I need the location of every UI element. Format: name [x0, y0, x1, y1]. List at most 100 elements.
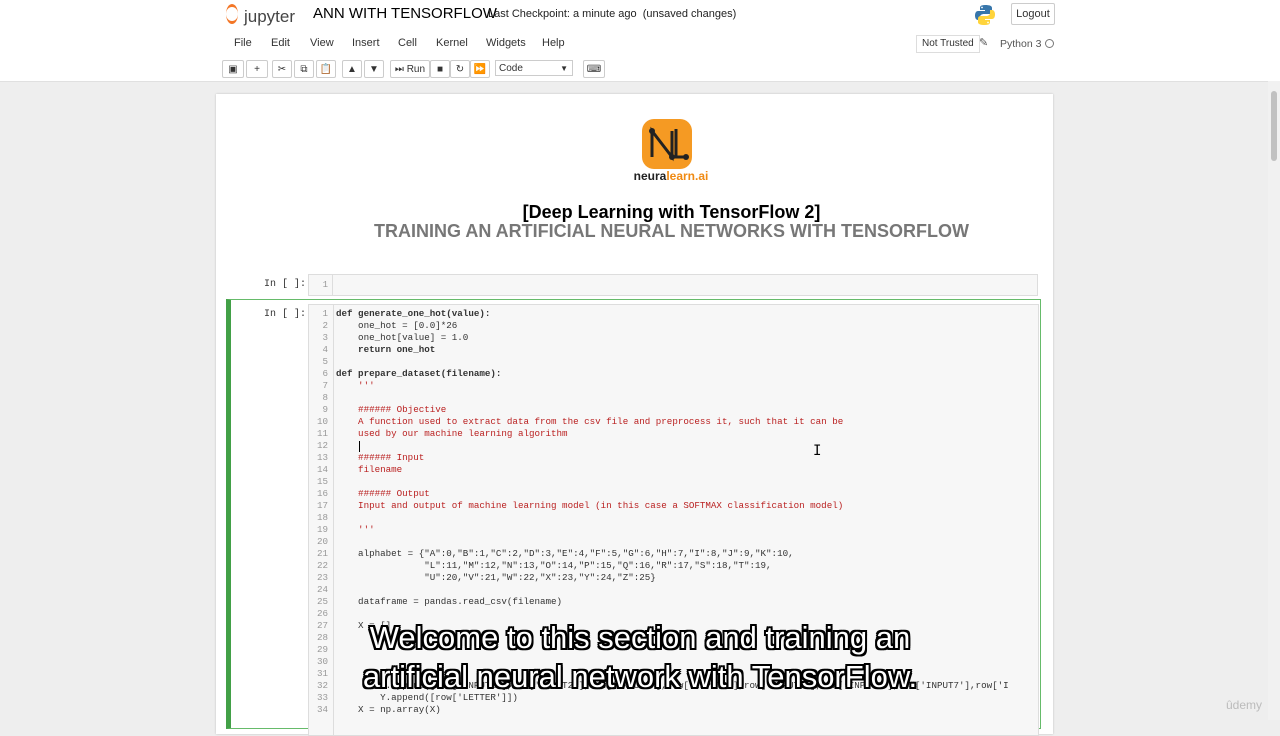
- menu-insert[interactable]: Insert: [352, 37, 380, 49]
- menu-file[interactable]: File: [234, 37, 252, 49]
- run-label: Run: [406, 63, 426, 75]
- cell1-line-number: 1: [309, 275, 333, 295]
- checkpoint-text: Last Checkpoint: a minute ago: [488, 8, 637, 20]
- code-line: 34 X = np.array(X): [309, 704, 1038, 716]
- keyboard-icon[interactable]: ⌨: [583, 60, 605, 78]
- line-number: 34: [316, 704, 328, 715]
- code-line: 14 filename: [309, 464, 1038, 476]
- trust-indicator[interactable]: Not Trusted: [916, 35, 980, 53]
- line-number: 26: [316, 608, 328, 619]
- code-text: "U":20,"V":21,"W":22,"X":23,"Y":24,"Z":2…: [336, 572, 656, 583]
- code-text: filename: [336, 464, 403, 475]
- menu-kernel[interactable]: Kernel: [436, 37, 468, 49]
- code-line: 8: [309, 392, 1038, 404]
- code-line: 4 return one_hot: [309, 344, 1038, 356]
- chevron-down-icon: ▼: [560, 64, 568, 73]
- stop-icon[interactable]: ■: [430, 60, 450, 78]
- app-name: jupyter: [244, 7, 296, 26]
- line-number: 1: [322, 308, 328, 319]
- line-number: 6: [322, 368, 328, 379]
- code-line: 26: [309, 608, 1038, 620]
- code-line: 23 "U":20,"V":21,"W":22,"X":23,"Y":24,"Z…: [309, 572, 1038, 584]
- kernel-name[interactable]: Python 3: [1000, 38, 1041, 50]
- toolbar: ▣ + ✂ ⧉ 📋 ▲ ▼ ⏭ Run ■ ↻ ⏩ Code ▼ ⌨: [222, 58, 1058, 80]
- cut-icon[interactable]: ✂: [272, 60, 292, 78]
- notebook-header: jupyter ANN WITH TENSORFLOW Last Checkpo…: [0, 0, 1280, 82]
- code-text: Input and output of machine learning mod…: [336, 500, 844, 511]
- scrollbar-thumb[interactable]: [1271, 91, 1277, 161]
- code-line: 9 ###### Objective: [309, 404, 1038, 416]
- code-line: 5: [309, 356, 1038, 368]
- kernel-status-icon: [1045, 39, 1054, 48]
- notebook-title[interactable]: ANN WITH TENSORFLOW: [313, 5, 497, 22]
- run-button[interactable]: ⏭ Run: [390, 60, 430, 78]
- line-number: 13: [316, 452, 328, 463]
- jupyter-logo[interactable]: jupyter: [226, 4, 295, 27]
- line-number: 4: [322, 344, 328, 355]
- code-line: 1 def generate_one_hot(value):: [309, 308, 1038, 320]
- line-number: 23: [316, 572, 328, 583]
- restart-icon[interactable]: ↻: [450, 60, 470, 78]
- logout-button[interactable]: Logout: [1011, 3, 1055, 25]
- code-text: return one_hot: [336, 344, 436, 355]
- brand-part1: neura: [633, 169, 667, 183]
- code-line: 21 alphabet = {"A":0,"B":1,"C":2,"D":3,"…: [309, 548, 1038, 560]
- line-number: 7: [322, 380, 328, 391]
- line-number: 5: [322, 356, 328, 367]
- code-text: one_hot[value] = 1.0: [336, 332, 469, 343]
- code-text: A function used to extract data from the…: [336, 416, 844, 427]
- menu-widgets[interactable]: Widgets: [486, 37, 526, 49]
- code-text: dataframe = pandas.read_csv(filename): [336, 596, 563, 607]
- line-number: 14: [316, 464, 328, 475]
- subtitle-line-2: artificial neural network with TensorFlo…: [362, 659, 918, 694]
- neuralearn-logo-icon: [642, 119, 692, 169]
- save-status: (unsaved changes): [642, 8, 737, 20]
- edit-pencil-icon[interactable]: ✎: [979, 36, 988, 49]
- cell-type-select[interactable]: Code ▼: [495, 60, 573, 76]
- move-up-icon[interactable]: ▲: [342, 60, 362, 78]
- line-number: 17: [316, 500, 328, 511]
- line-number: 22: [316, 560, 328, 571]
- code-line: 19 ''': [309, 524, 1038, 536]
- line-number: 8: [322, 392, 328, 403]
- code-line: 20: [309, 536, 1038, 548]
- jupyter-ring-icon: [226, 4, 238, 24]
- code-line: 25 dataframe = pandas.read_csv(filename): [309, 596, 1038, 608]
- code-text: ###### Output: [336, 488, 430, 499]
- code-cell-1[interactable]: 1: [308, 274, 1038, 296]
- menu-bar: File Edit View Insert Cell Kernel Widget…: [222, 33, 1058, 53]
- code-line: 2 one_hot = [0.0]*26: [309, 320, 1038, 332]
- menu-cell[interactable]: Cell: [398, 37, 417, 49]
- code-text: used by our machine learning algorithm: [336, 428, 568, 439]
- menu-view[interactable]: View: [310, 37, 334, 49]
- cell1-prompt: In [ ]:: [264, 279, 307, 290]
- code-line: 12: [309, 440, 1038, 452]
- line-number: 18: [316, 512, 328, 523]
- code-text: def generate_one_hot(value):: [336, 308, 491, 319]
- paste-icon[interactable]: 📋: [316, 60, 336, 78]
- run-icon: ⏭: [394, 63, 407, 75]
- code-text: ###### Input: [336, 452, 425, 463]
- text-cursor-icon: I: [813, 443, 822, 459]
- top-bar: jupyter ANN WITH TENSORFLOW Last Checkpo…: [222, 0, 1058, 30]
- code-line: 11 used by our machine learning algorith…: [309, 428, 1038, 440]
- checkpoint-status: Last Checkpoint: a minute ago (unsaved c…: [488, 8, 736, 20]
- code-text: one_hot = [0.0]*26: [336, 320, 458, 331]
- save-icon[interactable]: ▣: [222, 60, 244, 78]
- code-line: 7 ''': [309, 380, 1038, 392]
- insert-cell-icon[interactable]: +: [246, 60, 268, 78]
- cell-type-value: Code: [499, 63, 523, 74]
- fast-forward-icon[interactable]: ⏩: [470, 60, 490, 78]
- code-line: 13 ###### Input: [309, 452, 1038, 464]
- menu-help[interactable]: Help: [542, 37, 565, 49]
- code-line: 15: [309, 476, 1038, 488]
- code-line: 6 def prepare_dataset(filename):: [309, 368, 1038, 380]
- code-line: 18: [309, 512, 1038, 524]
- move-down-icon[interactable]: ▼: [364, 60, 384, 78]
- code-line: 3 one_hot[value] = 1.0: [309, 332, 1038, 344]
- menu-edit[interactable]: Edit: [271, 37, 290, 49]
- line-number: 10: [316, 416, 328, 427]
- code-text: def prepare_dataset(filename):: [336, 368, 502, 379]
- copy-icon[interactable]: ⧉: [294, 60, 314, 78]
- code-text: "L":11,"M":12,"N":13,"O":14,"P":15,"Q":1…: [336, 560, 772, 571]
